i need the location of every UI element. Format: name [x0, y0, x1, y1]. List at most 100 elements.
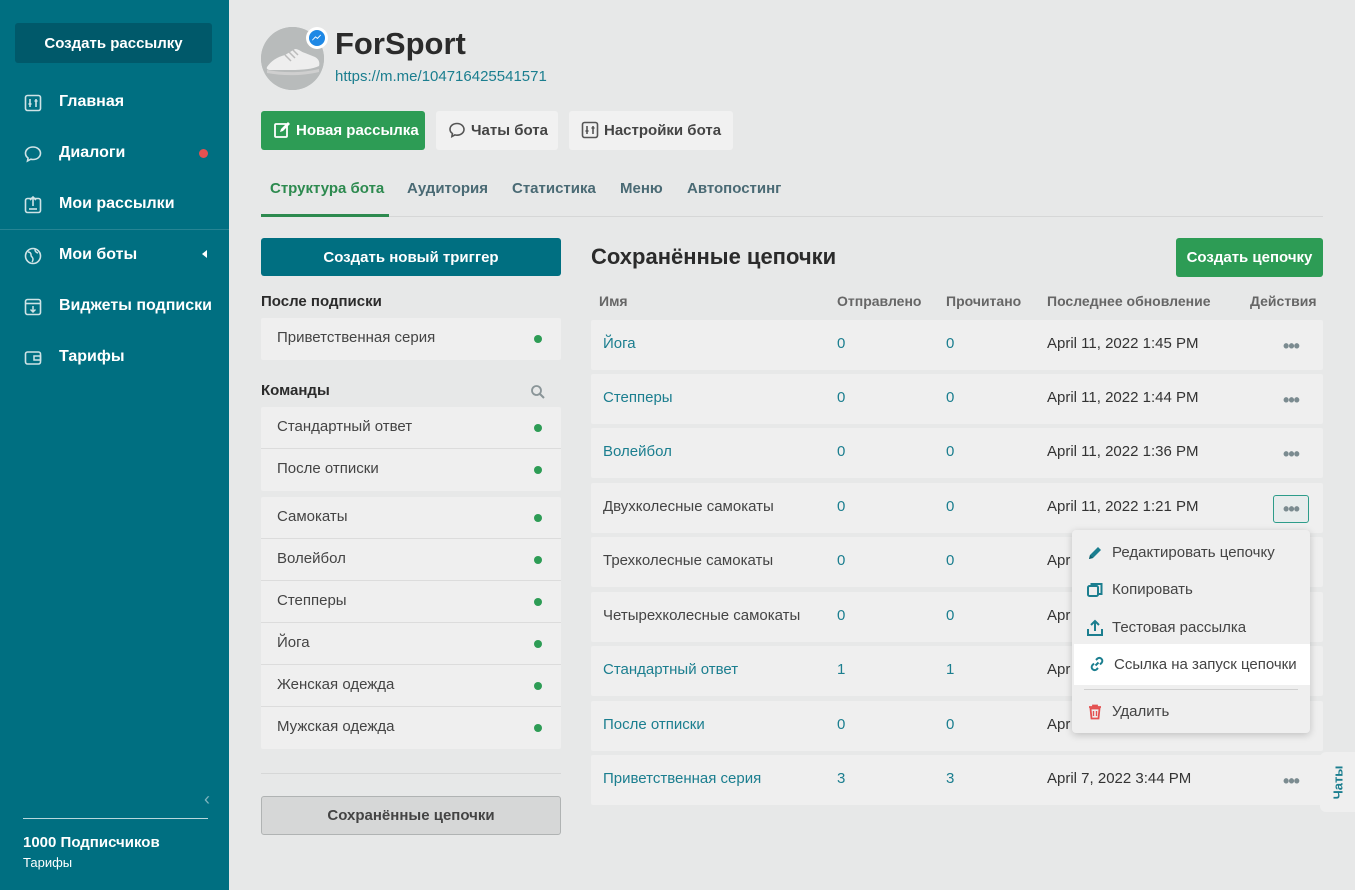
sidebar-item-label: Тарифы: [59, 348, 125, 365]
more-actions-icon[interactable]: •••: [1273, 440, 1309, 468]
menu-item-test-broadcast[interactable]: Тестовая рассылка: [1072, 608, 1310, 646]
after-subscribe-heading: После подписки: [261, 293, 382, 310]
tab-menu[interactable]: Меню: [620, 180, 663, 197]
list-item[interactable]: Мужская одежда: [261, 707, 561, 749]
more-actions-icon[interactable]: •••: [1273, 495, 1309, 523]
unread-badge: [199, 149, 208, 158]
plan-link[interactable]: Тарифы: [23, 855, 72, 870]
more-actions-icon[interactable]: •••: [1273, 386, 1309, 414]
bot-settings-button[interactable]: Настройки бота: [569, 111, 733, 150]
sent-count[interactable]: 1: [837, 661, 845, 678]
sidebar-item-dialogs[interactable]: Диалоги: [0, 133, 229, 173]
menu-item-copy[interactable]: Копировать: [1072, 570, 1310, 608]
chain-name-link[interactable]: Волейбол: [603, 443, 672, 460]
globe-icon: [24, 247, 42, 265]
chats-side-tab[interactable]: Чаты: [1320, 752, 1355, 812]
read-count[interactable]: 1: [946, 661, 954, 678]
create-trigger-button[interactable]: Создать новый триггер: [261, 238, 561, 276]
read-count[interactable]: 0: [946, 498, 954, 515]
search-icon[interactable]: [530, 384, 546, 400]
list-item[interactable]: Волейбол: [261, 539, 561, 581]
tab-statistics[interactable]: Статистика: [512, 180, 596, 197]
sidebar-item-label: Главная: [59, 93, 125, 110]
sent-count[interactable]: 0: [837, 389, 845, 406]
sent-count[interactable]: 0: [837, 552, 845, 569]
table-row: Двухколесные самокаты 0 0 April 11, 2022…: [591, 483, 1323, 533]
sent-count[interactable]: 0: [837, 498, 845, 515]
link-icon: [1090, 656, 1104, 672]
sidebar-item-widgets[interactable]: Виджеты подписки: [0, 286, 229, 326]
commands-heading: Команды: [261, 382, 330, 399]
tab-autoposting[interactable]: Автопостинг: [687, 180, 781, 197]
settings-sliders-icon: [581, 121, 599, 139]
create-broadcast-button[interactable]: Создать рассылку: [15, 23, 212, 63]
more-actions-icon[interactable]: •••: [1273, 767, 1309, 795]
chain-name-link[interactable]: Степперы: [603, 389, 673, 406]
read-count[interactable]: 0: [946, 607, 954, 624]
chain-name-link[interactable]: После отписки: [603, 716, 705, 733]
bot-chats-button[interactable]: Чаты бота: [436, 111, 558, 150]
sent-count[interactable]: 0: [837, 443, 845, 460]
active-status-dot: [534, 466, 542, 474]
sidebar-item-my-bots[interactable]: Мои боты: [0, 235, 229, 275]
list-item[interactable]: Самокаты: [261, 497, 561, 539]
sent-count[interactable]: 3: [837, 770, 845, 787]
more-actions-icon[interactable]: •••: [1273, 332, 1309, 360]
new-broadcast-button[interactable]: Новая рассылка: [261, 111, 425, 150]
active-status-dot: [534, 514, 542, 522]
list-item[interactable]: Степперы: [261, 581, 561, 623]
read-count[interactable]: 0: [946, 335, 954, 352]
list-item[interactable]: Йога: [261, 623, 561, 665]
menu-item-start-link[interactable]: Ссылка на запуск цепочки: [1074, 644, 1310, 685]
column-header-actions: Действия: [1250, 293, 1317, 309]
list-item[interactable]: Приветственная серия: [261, 318, 561, 360]
after-subscribe-list: Приветственная серия: [261, 318, 561, 360]
table-row: Волейбол 0 0 April 11, 2022 1:36 PM •••: [591, 428, 1323, 478]
read-count[interactable]: 3: [946, 770, 954, 787]
broadcast-icon: [24, 196, 42, 214]
bot-link[interactable]: https://m.me/104716425541571: [335, 68, 547, 85]
chain-name[interactable]: Двухколесные самокаты: [603, 498, 774, 515]
menu-item-delete[interactable]: Удалить: [1072, 692, 1310, 730]
tab-bar: Структура бота Аудитория Статистика Меню…: [261, 166, 1323, 217]
chain-name-link[interactable]: Приветственная серия: [603, 770, 761, 787]
read-count[interactable]: 0: [946, 716, 954, 733]
sent-count[interactable]: 0: [837, 607, 845, 624]
sidebar-item-broadcasts[interactable]: Мои рассылки: [0, 184, 229, 224]
list-item[interactable]: Стандартный ответ: [261, 407, 561, 449]
sent-count[interactable]: 0: [837, 335, 845, 352]
wallet-icon: [24, 351, 42, 365]
copy-icon: [1087, 583, 1103, 597]
chain-actions-menu: Редактировать цепочку Копировать Тестова…: [1072, 530, 1310, 733]
active-status-dot: [534, 682, 542, 690]
column-header-name: Имя: [599, 293, 628, 309]
updated-date: April 7, 2022 3:44 PM: [1047, 770, 1192, 787]
widget-icon: [24, 298, 42, 316]
chain-name[interactable]: Четырехколесные самокаты: [603, 607, 800, 624]
tab-bot-structure[interactable]: Структура бота: [270, 180, 384, 197]
sent-count[interactable]: 0: [837, 716, 845, 733]
chat-icon: [24, 146, 42, 163]
tab-audience[interactable]: Аудитория: [407, 180, 488, 197]
active-status-dot: [534, 556, 542, 564]
read-count[interactable]: 0: [946, 443, 954, 460]
read-count[interactable]: 0: [946, 552, 954, 569]
messenger-icon: [306, 27, 328, 49]
menu-item-edit[interactable]: Редактировать цепочку: [1072, 533, 1310, 571]
list-item[interactable]: Женская одежда: [261, 665, 561, 707]
read-count[interactable]: 0: [946, 389, 954, 406]
chain-name-link[interactable]: Йога: [603, 335, 636, 352]
updated-date: April 11, 2022 1:36 PM: [1047, 443, 1199, 460]
chain-name-link[interactable]: Стандартный ответ: [603, 661, 738, 678]
sidebar-item-tariffs[interactable]: Тарифы: [0, 337, 229, 377]
active-status-dot: [534, 640, 542, 648]
dashboard-icon: [24, 94, 42, 112]
collapse-sidebar-icon[interactable]: ‹: [204, 789, 210, 810]
active-status-dot: [534, 335, 542, 343]
chain-name[interactable]: Трехколесные самокаты: [603, 552, 773, 569]
updated-date: Apr: [1047, 552, 1071, 569]
list-item[interactable]: После отписки: [261, 449, 561, 491]
saved-chains-button[interactable]: Сохранённые цепочки: [261, 796, 561, 835]
create-chain-button[interactable]: Создать цепочку: [1176, 238, 1323, 277]
sidebar-item-home[interactable]: Главная: [0, 82, 229, 122]
